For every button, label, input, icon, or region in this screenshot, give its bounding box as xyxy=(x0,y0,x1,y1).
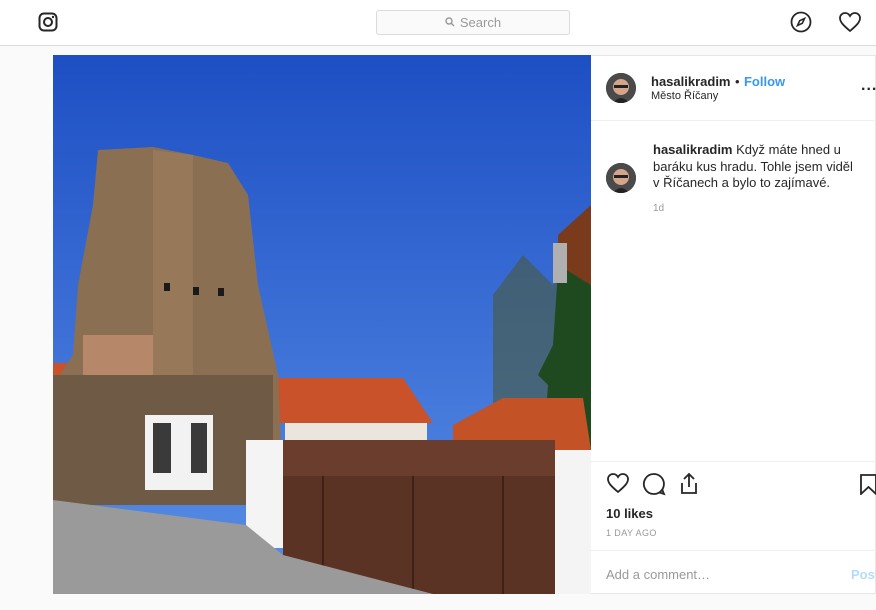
share-icon[interactable] xyxy=(678,472,700,501)
bookmark-icon[interactable] xyxy=(859,473,876,500)
search-icon xyxy=(445,15,455,30)
heart-icon[interactable] xyxy=(838,11,862,38)
post-caption: hasalikradim Když máte hned u baráku kus… xyxy=(653,142,863,192)
search-placeholder: Search xyxy=(459,15,502,30)
username[interactable]: hasalikradim xyxy=(651,74,731,89)
separator-dot: • xyxy=(734,74,740,89)
caption-avatar[interactable] xyxy=(606,163,636,193)
comment-icon[interactable] xyxy=(642,472,666,501)
comment-box: Add a comment… Post xyxy=(591,550,876,597)
more-options-icon[interactable]: ... xyxy=(861,77,876,95)
comment-input[interactable]: Add a comment… xyxy=(606,567,710,582)
caption-username[interactable]: hasalikradim xyxy=(653,142,733,157)
post-date: 1 DAY AGO xyxy=(606,528,657,538)
top-navigation-bar: Search xyxy=(0,0,876,46)
location-link[interactable]: Město Říčany xyxy=(651,90,718,102)
post-comment-button[interactable]: Post xyxy=(851,567,876,582)
post-actions: 10 likes 1 DAY AGO Add a comment… Post xyxy=(591,461,876,596)
instagram-icon[interactable] xyxy=(38,12,58,37)
likes-count[interactable]: 10 likes xyxy=(606,506,653,521)
avatar[interactable] xyxy=(606,73,636,103)
like-icon[interactable] xyxy=(606,472,630,499)
post-photo[interactable] xyxy=(53,55,591,594)
follow-button[interactable]: Follow xyxy=(744,74,785,89)
search-input[interactable]: Search xyxy=(376,10,570,35)
post-header: hasalikradim • Follow Město Říčany ... xyxy=(591,56,876,121)
caption-timestamp: 1d xyxy=(653,203,665,214)
compass-icon[interactable] xyxy=(790,11,812,38)
post-detail-panel: hasalikradim • Follow Město Říčany ... h… xyxy=(591,55,876,594)
